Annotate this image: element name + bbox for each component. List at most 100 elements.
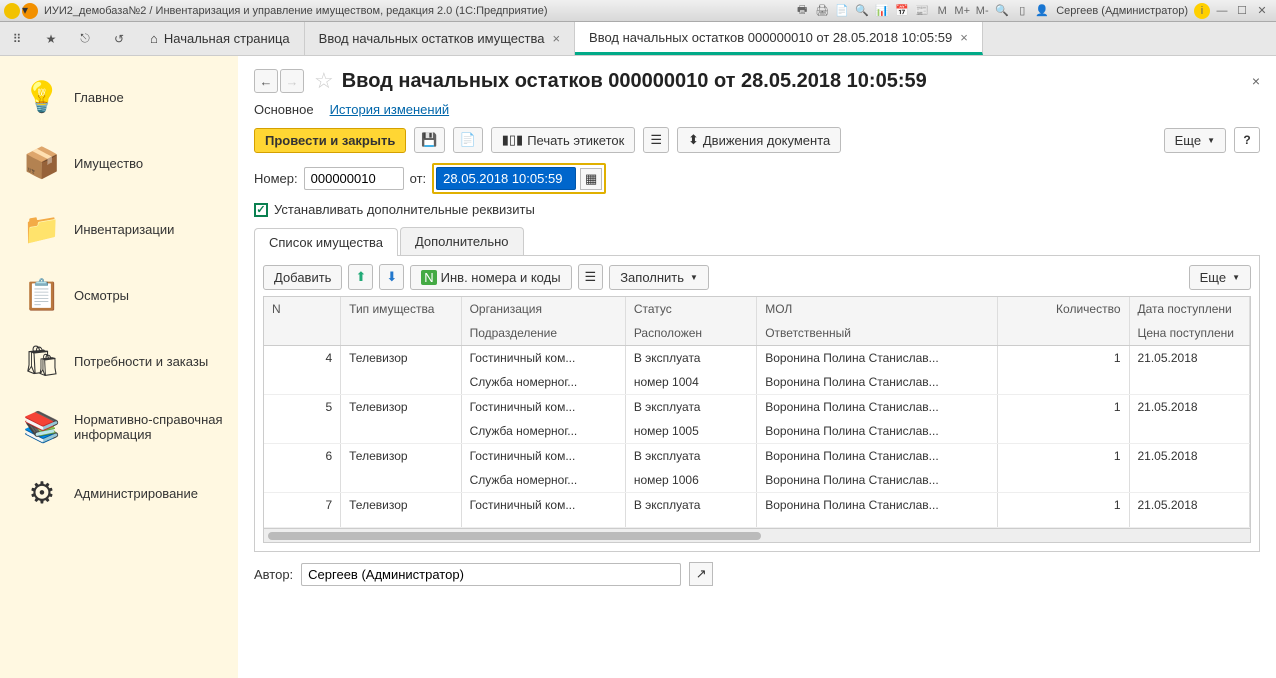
dropdown-icon[interactable]: ▾ — [22, 3, 38, 19]
info-icon[interactable]: i — [1194, 3, 1210, 19]
pin-icon[interactable]: ⎋ — [68, 22, 102, 55]
table-row[interactable]: 7ТелевизорГостиничный ком...В эксплуатаВ… — [264, 493, 1250, 518]
sidebar-item-inventory[interactable]: 📁 Инвентаризации — [0, 196, 238, 262]
boxes-icon: 📦 — [18, 139, 66, 187]
toolbar-icon[interactable]: 📊 — [874, 3, 890, 19]
tab-close-icon[interactable]: × — [960, 30, 968, 45]
col-org[interactable]: Организация — [461, 297, 625, 321]
col-price[interactable]: Цена поступлени — [1129, 321, 1250, 346]
sidebar-item-orders[interactable]: 🛍 Потребности и заказы — [0, 328, 238, 394]
more-button[interactable]: Еще▼ — [1164, 128, 1226, 153]
table-row-sub[interactable]: Служба номерног...номер 1006Воронина Пол… — [264, 468, 1250, 493]
set-extra-checkbox[interactable]: ✓ — [254, 203, 268, 217]
sidebar-item-admin[interactable]: ⚙ Администрирование — [0, 460, 238, 526]
move-up-button[interactable]: ⬆ — [348, 264, 373, 290]
panel-icon[interactable]: ▯ — [1014, 3, 1030, 19]
col-date[interactable]: Дата поступлени — [1129, 297, 1250, 321]
col-loc[interactable]: Расположен — [625, 321, 756, 346]
sub-tabs: Список имущества Дополнительно — [254, 227, 1260, 256]
inner-tab-main[interactable]: Основное — [254, 102, 314, 117]
post-and-close-button[interactable]: Провести и закрыть — [254, 128, 406, 153]
subtab-list[interactable]: Список имущества — [254, 228, 398, 256]
sidebar-item-inspections[interactable]: 📋 Осмотры — [0, 262, 238, 328]
maximize-icon[interactable]: ☐ — [1234, 3, 1250, 19]
home-icon: ⌂ — [150, 31, 158, 46]
forward-button[interactable]: → — [280, 69, 304, 93]
fill-button[interactable]: Заполнить▼ — [609, 265, 709, 290]
table-row-sub[interactable] — [264, 517, 1250, 528]
toolbar-icon[interactable]: 🖶 — [794, 3, 810, 19]
current-user[interactable]: Сергеев (Администратор) — [1056, 5, 1188, 17]
col-div[interactable]: Подразделение — [461, 321, 625, 346]
m-icon[interactable]: M — [934, 3, 950, 19]
user-icon: 👤 — [1034, 3, 1050, 19]
close-icon[interactable]: ✕ — [1254, 3, 1270, 19]
col-status[interactable]: Статус — [625, 297, 756, 321]
data-grid: N Тип имущества Организация Статус МОЛ К… — [263, 296, 1251, 543]
document-moves-button[interactable]: ⬍Движения документа — [677, 127, 841, 153]
table-pane: Добавить ⬆ ⬇ NИнв. номера и коды ☰ Запол… — [254, 256, 1260, 552]
sidebar-item-property[interactable]: 📦 Имущество — [0, 130, 238, 196]
date-input[interactable] — [436, 167, 576, 190]
save-button[interactable]: 💾 — [414, 127, 444, 153]
col-n[interactable]: N — [264, 297, 341, 321]
window-titlebar: ▾ ИУИ2_демобаза№2 / Инвентаризация и упр… — [0, 0, 1276, 22]
document-content: ← → ☆ Ввод начальных остатков 000000010 … — [238, 56, 1276, 678]
open-author-button[interactable]: ↗ — [689, 562, 713, 586]
calendar-icon[interactable]: 📅 — [894, 3, 910, 19]
inv-codes-button[interactable]: NИнв. номера и коды — [410, 265, 571, 290]
tab-label: Ввод начальных остатков 000000010 от 28.… — [589, 30, 952, 45]
sidebar-item-main[interactable]: 💡 Главное — [0, 64, 238, 130]
post-button[interactable]: 📄 — [453, 127, 483, 153]
m-minus-icon[interactable]: M- — [974, 3, 990, 19]
apps-icon[interactable]: ⠿ — [0, 22, 34, 55]
m-plus-icon[interactable]: M+ — [954, 3, 970, 19]
toolbar-icon[interactable]: 📰 — [914, 3, 930, 19]
tab-home[interactable]: ⌂ Начальная страница — [136, 22, 305, 55]
table-row[interactable]: 5ТелевизорГостиничный ком...В эксплуатаВ… — [264, 395, 1250, 420]
gear-icon: ⚙ — [18, 469, 66, 517]
toolbar-icon[interactable]: 🖨 — [814, 3, 830, 19]
inner-tab-history[interactable]: История изменений — [330, 102, 450, 117]
add-row-button[interactable]: Добавить — [263, 265, 342, 290]
toolbar-icon[interactable]: 📄 — [834, 3, 850, 19]
favorite-icon[interactable]: ★ — [34, 22, 68, 55]
table-row[interactable]: 4ТелевизорГостиничный ком...В эксплуатаВ… — [264, 346, 1250, 371]
table-row-sub[interactable]: Служба номерног...номер 1004Воронина Пол… — [264, 370, 1250, 395]
list-icon-button[interactable]: ☰ — [578, 264, 604, 290]
document-toolbar: Провести и закрыть 💾 📄 ▮▯▮Печать этикето… — [254, 127, 1260, 153]
close-form-icon[interactable]: × — [1252, 73, 1260, 89]
move-down-button[interactable]: ⬇ — [379, 264, 404, 290]
from-label: от: — [410, 171, 427, 186]
col-resp[interactable]: Ответственный — [757, 321, 998, 346]
moves-icon: ⬍ — [688, 132, 699, 148]
col-mol[interactable]: МОЛ — [757, 297, 998, 321]
print-labels-button[interactable]: ▮▯▮Печать этикеток — [491, 127, 636, 153]
table-more-button[interactable]: Еще▼ — [1189, 265, 1251, 290]
col-type[interactable]: Тип имущества — [341, 297, 461, 321]
toolbar-icon[interactable]: 🔍 — [854, 3, 870, 19]
help-button[interactable]: ? — [1234, 127, 1260, 153]
favorite-star-icon[interactable]: ☆ — [314, 68, 334, 94]
tab-doc1[interactable]: Ввод начальных остатков имущества × — [305, 22, 575, 55]
author-input[interactable] — [301, 563, 681, 586]
sidebar-item-reference[interactable]: 📚 Нормативно-справочная информация — [0, 394, 238, 460]
table-row[interactable]: 6ТелевизорГостиничный ком...В эксплуатаВ… — [264, 444, 1250, 469]
horizontal-scrollbar[interactable] — [264, 528, 1250, 542]
checkbox-label: Устанавливать дополнительные реквизиты — [274, 202, 535, 217]
zoom-icon[interactable]: 🔍 — [994, 3, 1010, 19]
subtab-extra[interactable]: Дополнительно — [400, 227, 524, 255]
calendar-button[interactable]: ▦ — [580, 168, 602, 190]
window-title: ИУИ2_демобаза№2 / Инвентаризация и управ… — [44, 5, 548, 17]
tab-doc2[interactable]: Ввод начальных остатков 000000010 от 28.… — [575, 22, 983, 55]
table-row-sub[interactable]: Служба номерног...номер 1005Воронина Пол… — [264, 419, 1250, 444]
author-label: Автор: — [254, 567, 293, 582]
history-icon[interactable]: ↺ — [102, 22, 136, 55]
bag-icon: 🛍 — [18, 337, 66, 385]
back-button[interactable]: ← — [254, 69, 278, 93]
minimize-icon[interactable]: — — [1214, 3, 1230, 19]
tab-close-icon[interactable]: × — [552, 31, 560, 46]
col-qty[interactable]: Количество — [998, 297, 1129, 321]
list-button[interactable]: ☰ — [643, 127, 669, 153]
number-input[interactable] — [304, 167, 404, 190]
